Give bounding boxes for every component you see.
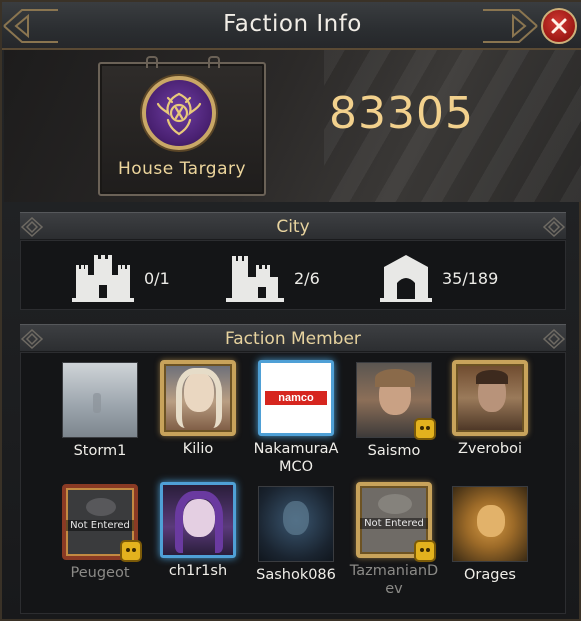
avatar [452,486,528,562]
faction-score: 83305 [329,88,474,139]
member-name: Peugeot [70,565,130,581]
member-card[interactable]: Not Entered TazmanianDev [346,482,442,598]
city-stat-value: 35/189 [442,268,499,288]
avatar [62,362,138,438]
member-card[interactable]: Kilio [150,360,246,458]
city-stat-value: 0/1 [144,268,170,288]
member-card[interactable]: namco NakamuraAMCO [248,360,344,476]
member-name: NakamuraAMCO [253,441,339,475]
member-card[interactable]: Storm1 [52,362,148,460]
faction-name: House Targary [117,159,247,179]
avatar [452,360,528,436]
member-name: Zveroboi [457,441,523,457]
member-name: TazmanianDev [349,563,439,597]
robot-badge-icon [414,418,436,440]
faction-info-panel: Faction Info House Targary 83305 City 0/… [0,0,581,621]
faction-hero [4,50,581,202]
robot-badge-icon [120,540,142,562]
gate-icon [380,255,432,302]
member-name: Kilio [182,441,214,457]
city-stat-value: 2/6 [294,268,320,288]
avatar [160,482,236,558]
sign-hook [208,56,220,68]
member-name: Saismo [367,443,421,459]
member-card[interactable]: Not Entered Peugeot [52,484,148,582]
member-card[interactable]: Orages [442,486,538,584]
sign-hook [146,56,158,68]
close-icon [551,18,567,34]
member-name: Sashok086 [256,567,336,583]
robot-badge-icon [414,540,436,562]
avatar-logo-text: namco [265,391,327,405]
member-card[interactable]: ch1r1sh [150,482,246,580]
member-name: Orages [464,567,516,583]
member-card[interactable]: Saismo [346,362,442,460]
not-entered-label: Not Entered [66,520,134,531]
city-stat-castle: 0/1 [72,252,170,304]
faction-sign: House Targary [98,56,266,196]
header-bar: Faction Info [2,2,581,50]
member-card[interactable]: Zveroboi [442,360,538,458]
page-title: Faction Info [223,11,362,37]
close-button[interactable] [541,8,577,44]
members-section-title: Faction Member [225,329,361,349]
dragon-icon [156,92,202,136]
faction-sigil-icon [142,76,216,150]
fortress-icon [226,256,284,302]
avatar [160,360,236,436]
member-card[interactable]: Sashok086 [248,486,344,584]
city-section-header: City [20,212,566,240]
member-name: ch1r1sh [168,563,228,579]
not-entered-label: Not Entered [360,518,428,529]
member-name: Storm1 [73,443,127,459]
city-stat-fortress: 2/6 [226,252,320,304]
members-section-header: Faction Member [20,324,566,352]
castle-icon [72,255,134,302]
city-section-title: City [276,217,310,237]
avatar: namco [258,360,334,436]
city-stat-gate: 35/189 [380,252,498,304]
avatar [258,486,334,562]
